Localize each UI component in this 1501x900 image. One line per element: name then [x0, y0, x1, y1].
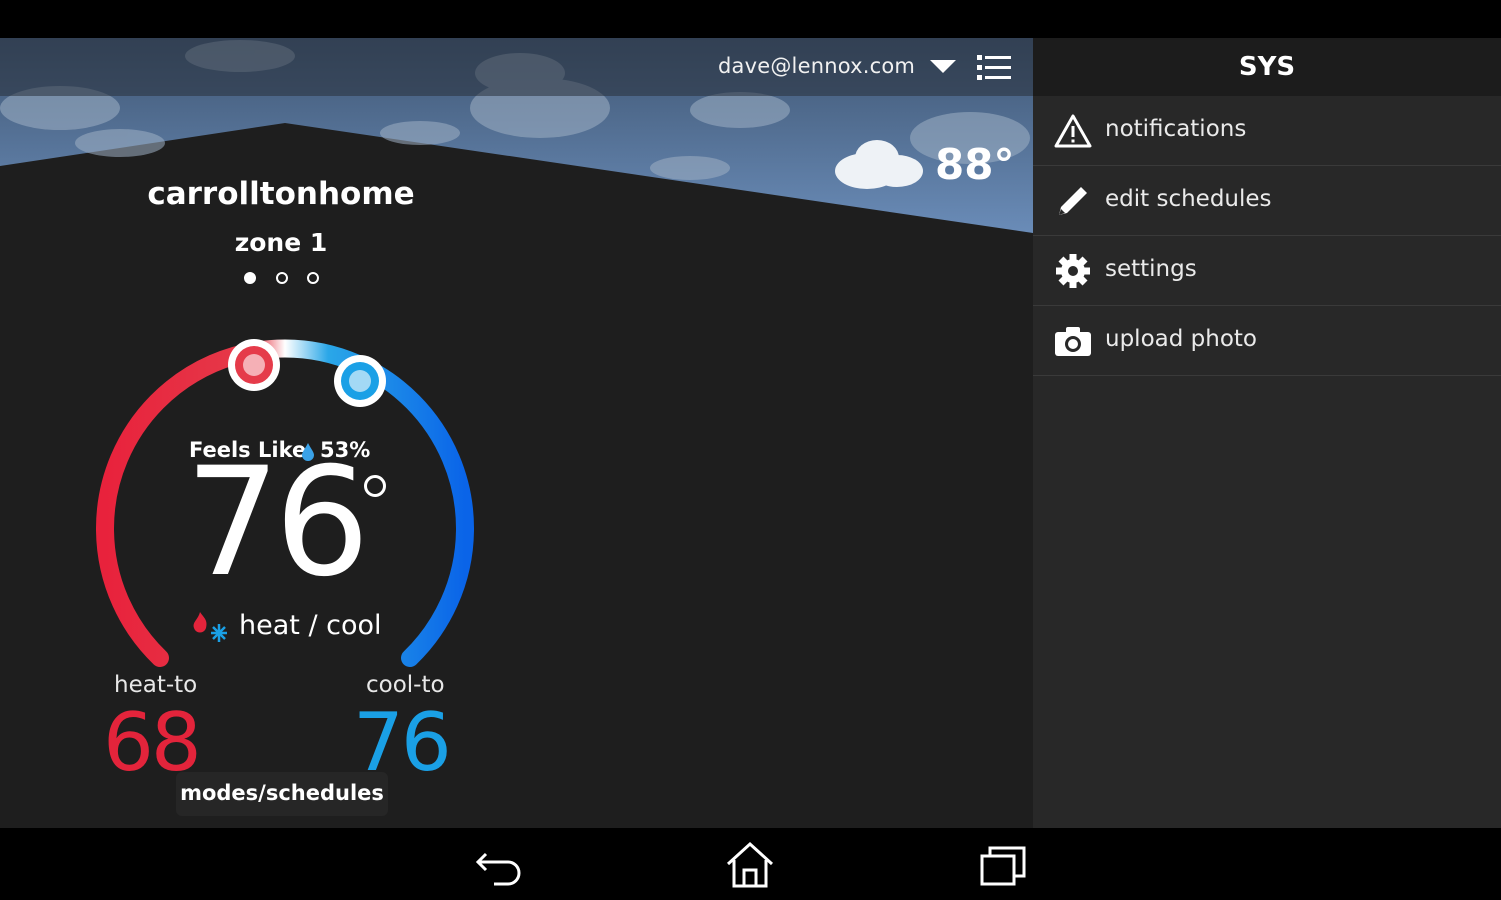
heat-to-label: heat-to: [114, 672, 198, 698]
heat-cool-mode-icon: [193, 612, 227, 642]
degree-symbol: [364, 475, 386, 497]
menu-item-label: notifications: [1105, 116, 1247, 142]
pencil-icon: [1059, 187, 1087, 215]
home-name: carrolltonhome: [147, 176, 415, 212]
menu-item-notifications[interactable]: notifications: [1033, 96, 1501, 166]
side-panel-title: SYS: [1033, 38, 1501, 96]
zone-dot-1[interactable]: [244, 272, 256, 284]
menu-item-label: settings: [1105, 256, 1197, 282]
current-temperature: 76: [185, 436, 370, 610]
status-bar: [0, 0, 1501, 38]
android-nav-bar: [0, 828, 1501, 900]
side-menu: notifications edit schedules settings up…: [1033, 96, 1501, 376]
heat-setpoint-handle[interactable]: [228, 339, 280, 391]
menu-item-label: edit schedules: [1105, 186, 1272, 212]
camera-icon: [1055, 327, 1091, 356]
account-email[interactable]: dave@lennox.com: [718, 54, 915, 78]
menu-item-edit-schedules[interactable]: edit schedules: [1033, 166, 1501, 236]
gear-icon: [1056, 254, 1090, 288]
zone-dot-2[interactable]: [276, 272, 288, 284]
cloud-icon: [835, 140, 923, 189]
recent-apps-icon[interactable]: [976, 840, 1032, 890]
menu-item-settings[interactable]: settings: [1033, 236, 1501, 306]
zone-name: zone 1: [234, 228, 328, 257]
account-dropdown-icon[interactable]: [930, 60, 956, 73]
zone-dot-3[interactable]: [307, 272, 319, 284]
warning-icon: [1054, 114, 1092, 148]
cool-setpoint-handle[interactable]: [334, 355, 386, 407]
list-menu-icon[interactable]: [975, 53, 1013, 83]
thermostat-main-panel: dave@lennox.com 88° carrolltonhome zone …: [0, 38, 1033, 828]
menu-item-label: upload photo: [1105, 326, 1257, 352]
cool-to-label: cool-to: [366, 672, 445, 698]
menu-item-upload-photo[interactable]: upload photo: [1033, 306, 1501, 376]
outdoor-temperature: 88°: [935, 140, 1015, 189]
modes-schedules-button[interactable]: modes/schedules: [176, 772, 388, 816]
home-icon[interactable]: [722, 840, 778, 890]
system-mode: heat / cool: [239, 610, 382, 641]
back-icon[interactable]: [472, 840, 528, 890]
side-panel: SYS notifications edit schedules setting…: [1033, 38, 1501, 828]
zone-pager: [240, 272, 330, 290]
